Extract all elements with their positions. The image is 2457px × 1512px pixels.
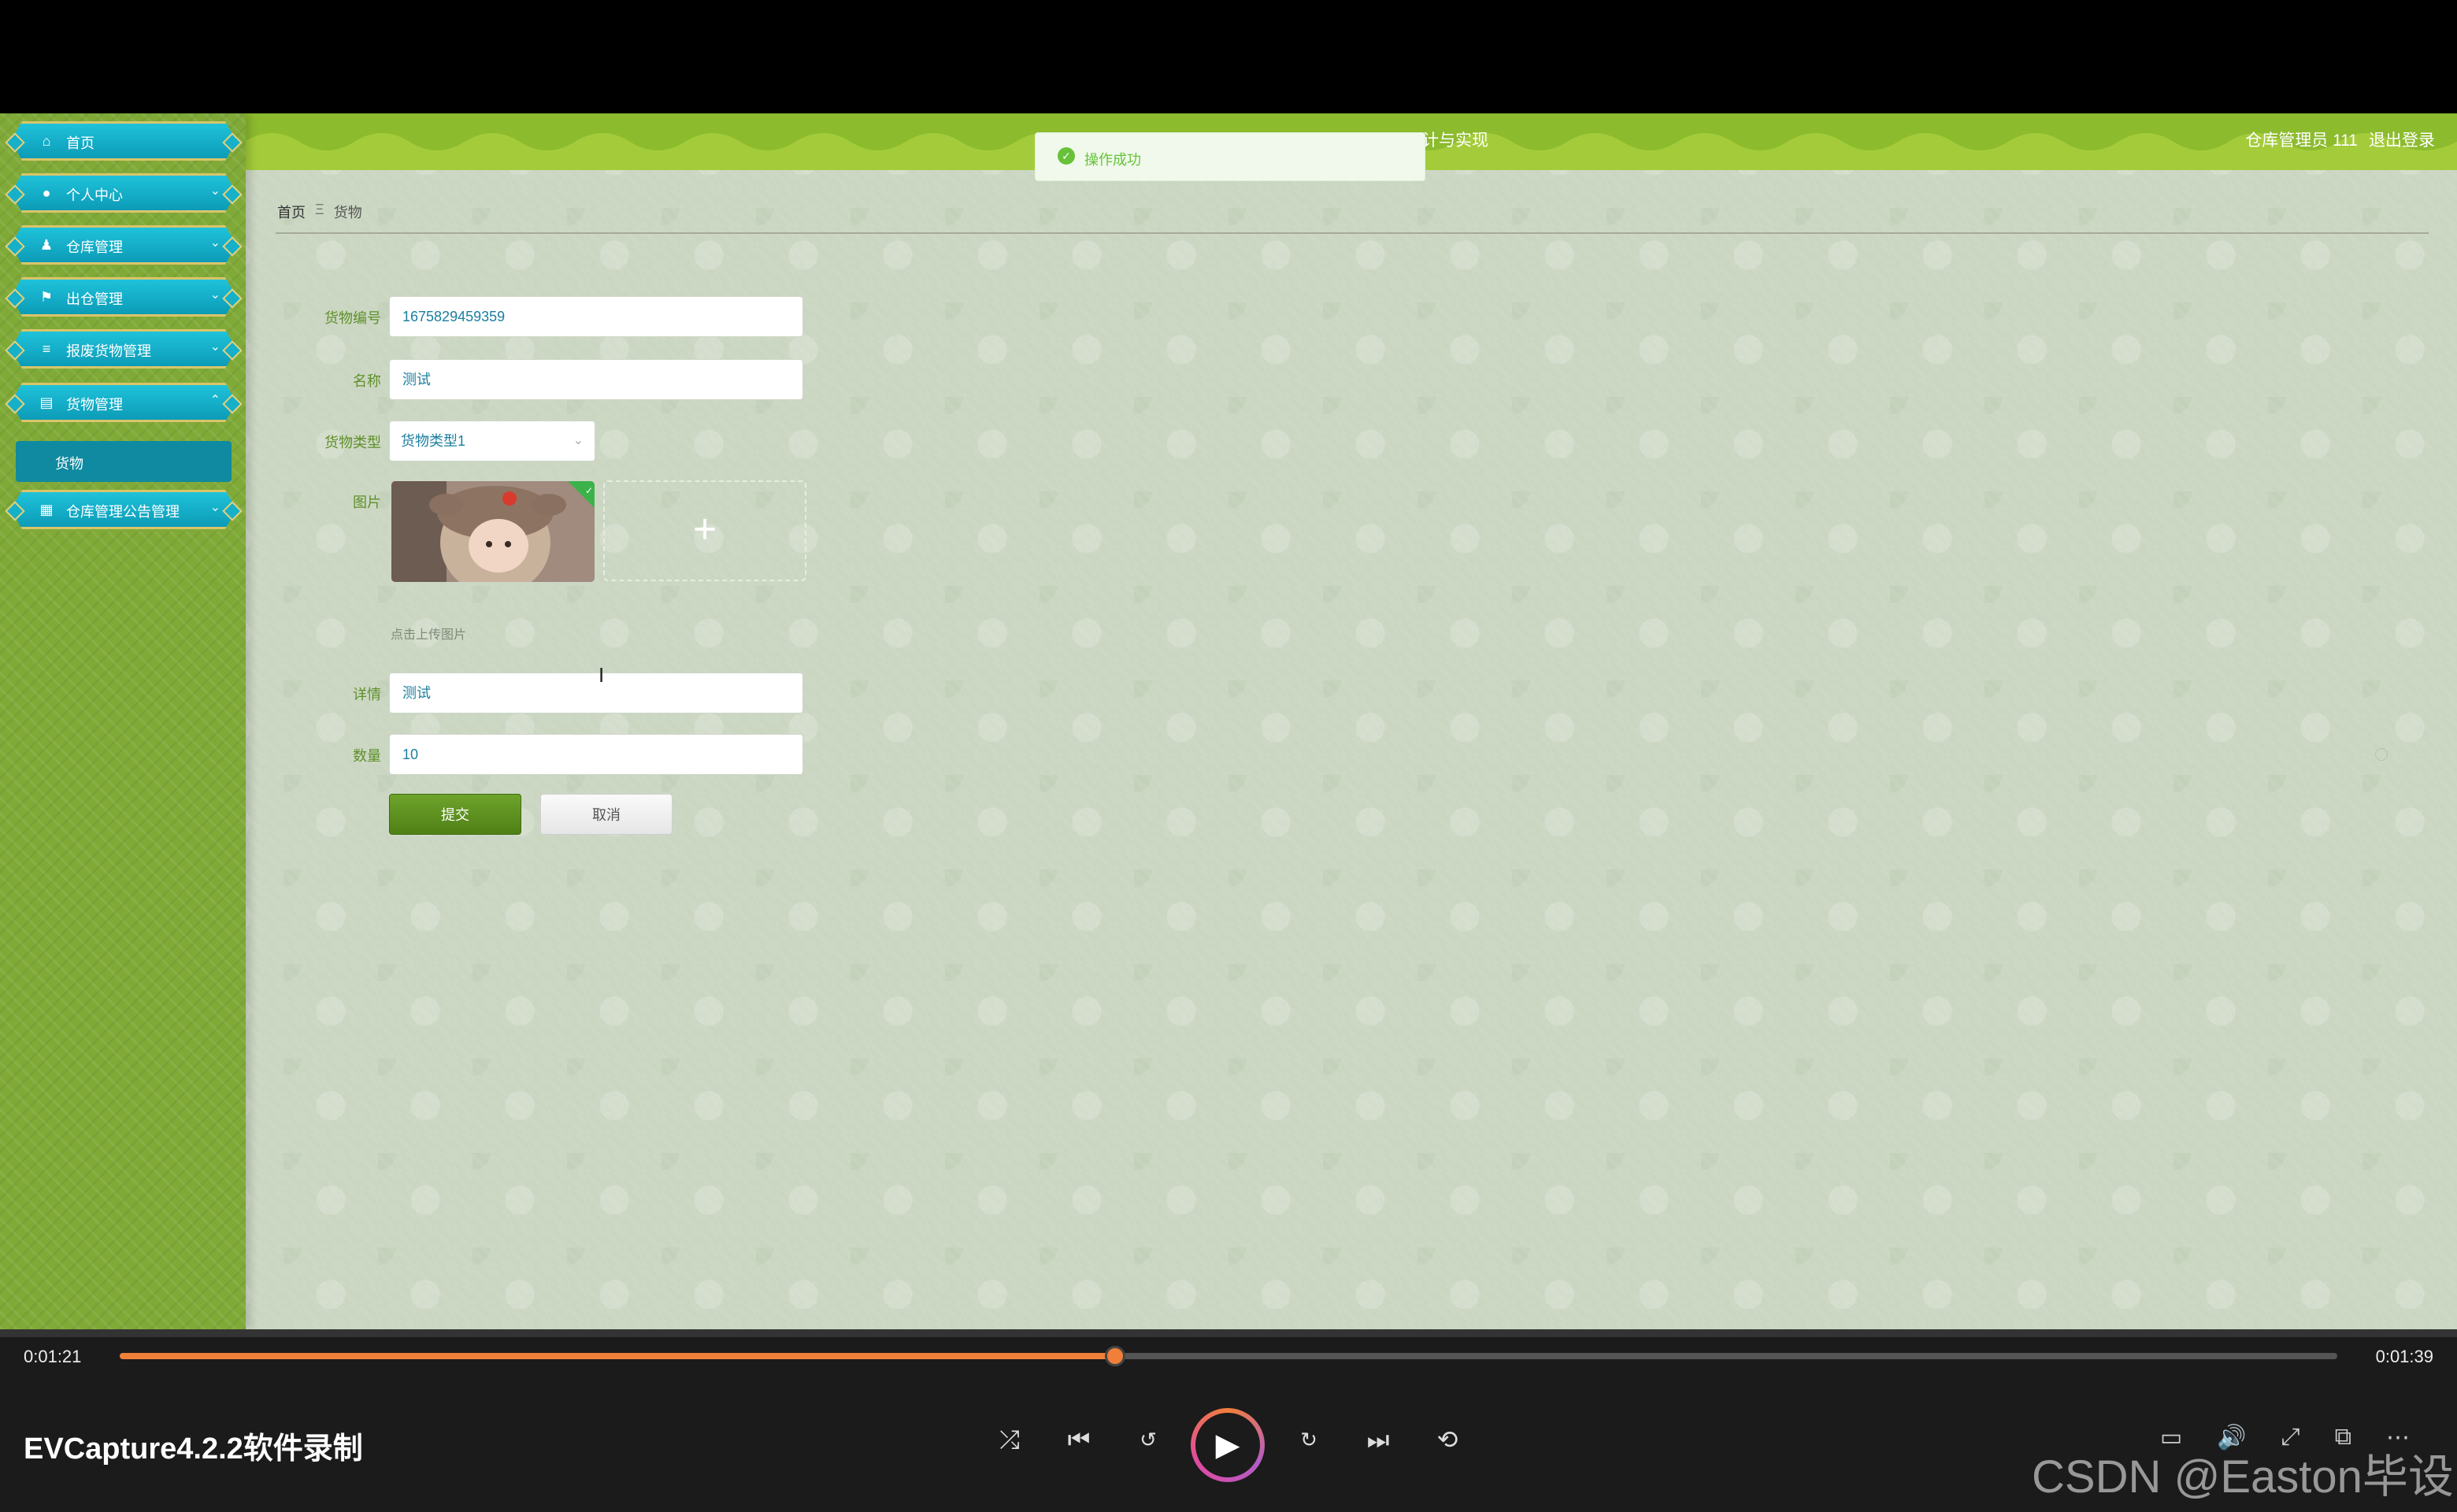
play-button[interactable]: ▶	[1191, 1408, 1265, 1482]
type-select-value: 货物类型1	[401, 433, 466, 449]
video-player-bar: 0:01:21 0:01:39 EVCapture4.2.2软件录制 ⤮ ⏮ ↺…	[0, 1329, 2457, 1512]
chevron-up-icon: ⌃	[209, 394, 220, 407]
current-user: 仓库管理员 111	[2245, 132, 2358, 150]
home-icon: ⌂	[42, 133, 51, 149]
breadcrumb-divider	[276, 232, 2429, 234]
code-input[interactable]: 1675829459359	[389, 296, 803, 337]
submit-button[interactable]: 提交	[389, 794, 521, 835]
recorder-label: EVCapture4.2.2软件录制	[24, 1432, 363, 1466]
clipboard-icon: ▤	[39, 395, 54, 410]
sidebar-item-goods[interactable]: ▤ 货物管理 ⌃	[5, 383, 243, 422]
chevron-down-icon: ⌄	[573, 434, 584, 447]
progress-handle[interactable]	[1105, 1346, 1126, 1366]
grid-icon: ▦	[39, 502, 54, 517]
chevron-down-icon: ⌄	[209, 340, 220, 354]
sidebar-item-label: 货物管理	[66, 397, 123, 413]
warehouse-user-icon: ♟	[39, 237, 54, 253]
svg-text:✓: ✓	[585, 485, 593, 496]
system-title: 计与实现	[1422, 132, 1488, 150]
chevron-down-icon: ⌄	[209, 501, 220, 514]
detail-input[interactable]: 测试	[389, 673, 803, 713]
sidebar-item-label: 个人中心	[66, 187, 123, 203]
total-time: 0:01:39	[2375, 1347, 2433, 1366]
sidebar-item-scrap-goods[interactable]: ≡ 报废货物管理 ⌄	[5, 329, 243, 369]
chevron-down-icon: ⌄	[209, 288, 220, 302]
previous-icon[interactable]: ⏮	[1055, 1416, 1102, 1463]
submenu-item-goods[interactable]: 货物	[16, 441, 232, 482]
next-icon[interactable]: ⏭	[1354, 1416, 1402, 1463]
sidebar-item-label: 报废货物管理	[66, 343, 151, 359]
user-icon: ●	[42, 185, 51, 201]
upload-hint: 点击上传图片	[391, 628, 467, 642]
scroll-indicator	[2375, 748, 2388, 761]
type-label: 货物类型	[324, 435, 381, 450]
breadcrumb-separator: Ξ	[315, 202, 324, 217]
player-top-shadow	[0, 1329, 2457, 1337]
shuffle-icon[interactable]: ⤮	[986, 1416, 1033, 1463]
child-photo: ✓	[391, 481, 595, 582]
chevron-down-icon: ⌄	[209, 236, 220, 250]
sidebar-item-label: 出仓管理	[66, 291, 123, 307]
submenu-item-label: 货物	[55, 456, 83, 472]
sidebar: ⌂ 首页 ● 个人中心 ⌄ ♟ 仓库管理 ⌄ ⚑ 出仓管理 ⌄ ≡ 报废货物管理…	[0, 113, 246, 1329]
type-select[interactable]: 货物类型1 ⌄	[389, 421, 595, 461]
watermark: CSDN @Easton毕设	[2032, 1451, 2454, 1503]
plus-icon: +	[692, 506, 717, 552]
cancel-button[interactable]: 取消	[540, 794, 673, 835]
sidebar-item-label: 首页	[66, 135, 94, 151]
top-black-bar	[0, 0, 2457, 113]
detail-label: 详情	[353, 687, 381, 702]
app-window: 计与实现 仓库管理员 111 退出登录 ✓ 操作成功 ⌂ 首页 ● 个人中心 ⌄…	[0, 113, 2457, 1329]
check-circle-icon: ✓	[1058, 147, 1075, 165]
sidebar-item-warehouse[interactable]: ♟ 仓库管理 ⌄	[5, 225, 243, 265]
elapsed-time: 0:01:21	[24, 1347, 82, 1366]
sidebar-item-personal-center[interactable]: ● 个人中心 ⌄	[5, 173, 243, 213]
toast-message: 操作成功	[1084, 152, 1141, 168]
code-label: 货物编号	[324, 310, 381, 326]
logout-link[interactable]: 退出登录	[2369, 128, 2435, 151]
header-user-area: 仓库管理员 111 退出登录	[2245, 128, 2435, 151]
breadcrumb-home[interactable]: 首页	[277, 202, 306, 222]
qty-label: 数量	[353, 748, 381, 764]
breadcrumb: 首页 Ξ 货物	[277, 202, 362, 222]
repeat-icon[interactable]: ⟲	[1424, 1416, 1471, 1463]
sidebar-item-outbound[interactable]: ⚑ 出仓管理 ⌄	[5, 277, 243, 317]
play-icon: ▶	[1195, 1413, 1260, 1477]
success-toast: ✓ 操作成功	[1035, 132, 1425, 181]
image-label: 图片	[353, 495, 381, 510]
progress-track[interactable]	[120, 1346, 2337, 1366]
damask-background	[0, 113, 2457, 1329]
forward-30-icon[interactable]: ↻	[1285, 1416, 1332, 1463]
rewind-10-icon[interactable]: ↺	[1125, 1416, 1172, 1463]
uploaded-image-thumbnail[interactable]: ✓	[391, 480, 595, 583]
breadcrumb-current: 货物	[333, 205, 362, 220]
sidebar-item-label: 仓库管理公告管理	[66, 504, 180, 520]
text-cursor-icon: I	[598, 663, 605, 687]
flag-icon: ⚑	[39, 289, 54, 305]
list-icon: ≡	[42, 341, 51, 357]
chevron-down-icon: ⌄	[209, 184, 220, 198]
sidebar-item-notice[interactable]: ▦ 仓库管理公告管理 ⌄	[5, 490, 243, 529]
progress-fill	[120, 1353, 1116, 1359]
image-upload-button[interactable]: +	[603, 480, 806, 581]
sidebar-item-label: 仓库管理	[66, 239, 123, 255]
name-label: 名称	[353, 373, 381, 389]
name-input[interactable]: 测试	[389, 359, 803, 400]
qty-input[interactable]: 10	[389, 734, 803, 775]
sidebar-item-home[interactable]: ⌂ 首页	[5, 121, 243, 161]
